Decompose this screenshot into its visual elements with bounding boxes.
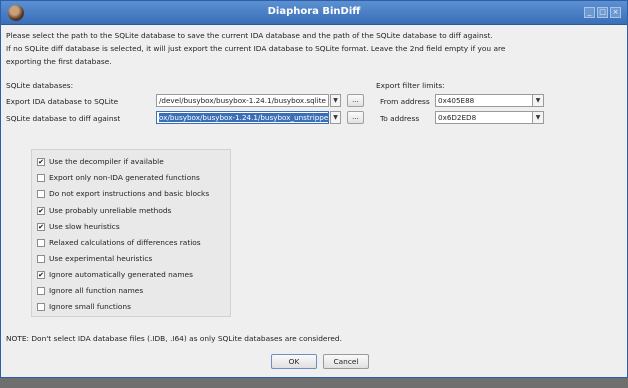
option-label: Use slow heuristics xyxy=(49,222,120,231)
option-unreliable-methods[interactable]: ✔ Use probably unreliable methods xyxy=(37,206,171,215)
export-db-dropdown[interactable]: ▼ xyxy=(330,94,341,107)
diff-db-input[interactable]: ox/busybox/busybox-1.24.1/busybox_unstri… xyxy=(156,111,329,124)
checkbox[interactable] xyxy=(37,302,45,311)
export-db-browse-button[interactable]: ... xyxy=(347,94,364,107)
option-label: Export only non-IDA generated functions xyxy=(49,173,200,182)
option-label: Ignore all function names xyxy=(49,286,144,295)
minimize-button[interactable]: _ xyxy=(584,7,595,18)
options-group: ✔ Use the decompiler if available Export… xyxy=(31,149,231,317)
diaphora-dialog: Diaphora BinDiff _ □ × Please select the… xyxy=(0,0,628,378)
filter-limits-heading: Export filter limits: xyxy=(376,81,445,90)
checkbox[interactable]: ✔ xyxy=(37,157,45,166)
title-bar: Diaphora BinDiff _ □ × xyxy=(1,1,627,25)
option-label: Ignore automatically generated names xyxy=(49,270,193,279)
sqlite-databases-heading: SQLite databases: xyxy=(6,81,74,90)
from-address-dropdown[interactable]: ▼ xyxy=(532,94,544,107)
option-ignore-small-functions[interactable]: Ignore small functions xyxy=(37,302,131,311)
from-address-label: From address xyxy=(380,97,430,106)
cancel-button[interactable]: Cancel xyxy=(323,354,369,369)
option-label: Do not export instructions and basic blo… xyxy=(49,189,210,198)
checkbox[interactable] xyxy=(37,189,45,198)
ok-button[interactable]: OK xyxy=(271,354,317,369)
export-db-label: Export IDA database to SQLite xyxy=(6,97,119,106)
diff-db-label: SQLite database to diff against xyxy=(6,114,121,123)
option-slow-heuristics[interactable]: ✔ Use slow heuristics xyxy=(37,222,120,231)
checkbox[interactable] xyxy=(37,173,45,182)
from-address-input[interactable]: 0x405E88 xyxy=(435,94,533,107)
diff-db-browse-button[interactable]: ... xyxy=(347,111,364,124)
option-export-non-ida-functions[interactable]: Export only non-IDA generated functions xyxy=(37,173,200,182)
checkbox[interactable] xyxy=(37,238,45,247)
checkbox[interactable]: ✔ xyxy=(37,270,45,279)
option-label: Use the decompiler if available xyxy=(49,157,164,166)
to-address-input[interactable]: 0x6D2ED8 xyxy=(435,111,533,124)
option-ignore-function-names[interactable]: Ignore all function names xyxy=(37,286,143,295)
intro-line-2: If no SQLite diff database is selected, … xyxy=(6,44,506,53)
checkbox[interactable]: ✔ xyxy=(37,206,45,215)
diff-db-dropdown[interactable]: ▼ xyxy=(330,111,341,124)
window-title: Diaphora BinDiff xyxy=(267,6,361,17)
note-text: NOTE: Don't select IDA database files (.… xyxy=(6,334,342,343)
checkbox[interactable] xyxy=(37,254,45,263)
checkbox[interactable] xyxy=(37,286,45,295)
option-ignore-generated-names[interactable]: ✔ Ignore automatically generated names xyxy=(37,270,193,279)
option-label: Relaxed calculations of differences rati… xyxy=(49,238,201,247)
checkbox[interactable]: ✔ xyxy=(37,222,45,231)
export-db-input[interactable]: /devel/busybox/busybox-1.24.1/busybox.sq… xyxy=(156,94,329,107)
option-label: Use probably unreliable methods xyxy=(49,206,172,215)
option-relaxed-ratios[interactable]: Relaxed calculations of differences rati… xyxy=(37,238,201,247)
option-experimental-heuristics[interactable]: Use experimental heuristics xyxy=(37,254,152,263)
maximize-button[interactable]: □ xyxy=(597,7,608,18)
to-address-label: To address xyxy=(380,114,420,123)
option-label: Ignore small functions xyxy=(49,302,131,311)
option-label: Use experimental heuristics xyxy=(49,254,153,263)
to-address-dropdown[interactable]: ▼ xyxy=(532,111,544,124)
option-no-export-instructions[interactable]: Do not export instructions and basic blo… xyxy=(37,189,209,198)
intro-line-1: Please select the path to the SQLite dat… xyxy=(6,31,493,40)
intro-line-3: exporting the first database. xyxy=(6,57,112,66)
option-use-decompiler[interactable]: ✔ Use the decompiler if available xyxy=(37,157,164,166)
close-button[interactable]: × xyxy=(610,7,621,18)
